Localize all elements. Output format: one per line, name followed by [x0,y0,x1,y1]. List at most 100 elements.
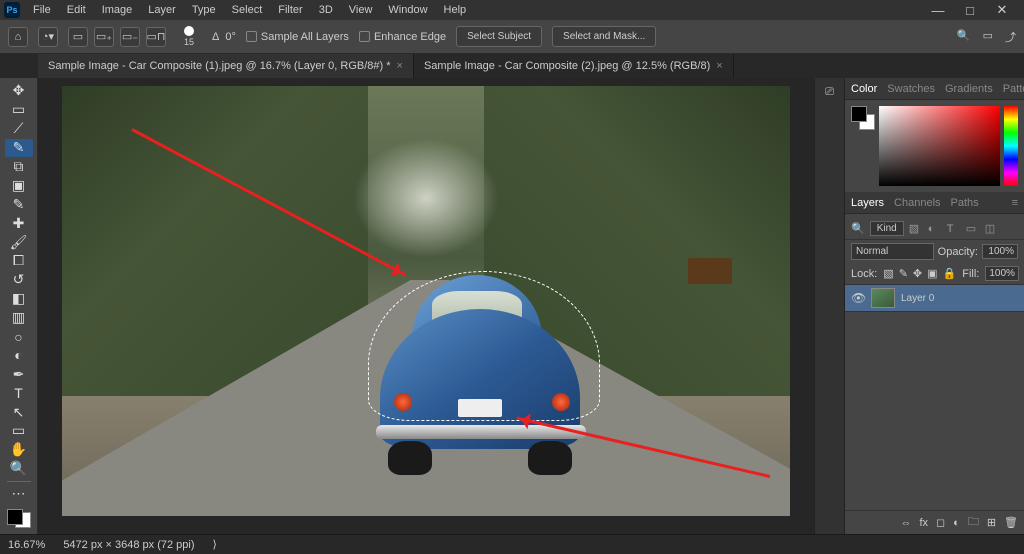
menu-3d[interactable]: 3D [312,1,340,19]
tab-color[interactable]: Color [851,83,877,95]
tab-paths[interactable]: Paths [951,197,979,209]
subtract-selection-icon[interactable]: ▭₋ [120,27,140,47]
trash-icon[interactable]: 🗑 [1004,516,1018,529]
filter-smart-icon[interactable]: ◫ [985,222,999,235]
adjustment-layer-icon[interactable]: ◐ [953,517,960,529]
color-field[interactable] [879,106,1000,186]
zoom-tool[interactable]: 🔍 [5,460,33,478]
brush-tool[interactable]: 🖌 [5,233,33,251]
shape-tool[interactable]: ▭ [5,422,33,440]
history-brush-tool[interactable]: ↺ [5,271,33,289]
layer-mask-icon[interactable]: ◻ [936,516,945,529]
doc-dimensions[interactable]: 5472 px × 3648 px (72 ppi) [63,539,194,551]
sample-all-layers-checkbox[interactable]: Sample All Layers [246,31,349,43]
menu-help[interactable]: Help [437,1,474,19]
crop-tool[interactable]: ⧉ [5,158,33,176]
lock-all-icon[interactable]: ▧ [883,267,893,280]
frame-tool[interactable]: ▣ [5,176,33,194]
close-icon[interactable]: × [716,60,722,72]
kind-select[interactable]: Kind [870,221,904,236]
minimize-button[interactable]: — [926,2,950,18]
opacity-input[interactable]: 100% [982,244,1018,259]
tab-layers[interactable]: Layers [851,197,884,209]
menu-type[interactable]: Type [185,1,223,19]
angle-value[interactable]: 0° [225,31,236,43]
workspace-icon[interactable]: ▭ [983,29,993,45]
lasso-tool[interactable]: ⟋ [5,120,33,138]
panel-menu-icon[interactable]: ≡ [1012,197,1018,209]
blend-mode-select[interactable]: Normal [851,243,934,260]
clone-stamp-tool[interactable]: ⧠ [5,252,33,270]
hue-strip[interactable] [1004,106,1018,186]
fill-input[interactable]: 100% [985,266,1019,281]
marquee-tool[interactable]: ▭ [5,101,33,119]
edit-toolbar-icon[interactable]: ⋯ [5,485,33,503]
brush-preview[interactable]: 15 [176,24,202,50]
doc-tab-1[interactable]: Sample Image - Car Composite (1).jpeg @ … [38,54,414,78]
search-icon[interactable]: 🔍 [851,222,865,235]
layer-thumbnail[interactable] [871,288,895,308]
new-selection-icon[interactable]: ▭ [68,27,88,47]
status-chevron-icon[interactable]: ⟩ [213,538,217,551]
type-tool[interactable]: T [5,384,33,402]
menu-file[interactable]: File [26,1,58,19]
layer-row[interactable]: 👁 Layer 0 [845,284,1024,312]
intersect-selection-icon[interactable]: ▭⊓ [146,27,166,47]
group-icon[interactable]: 🗀 [968,513,979,532]
move-tool[interactable]: ✥ [5,82,33,100]
eraser-tool[interactable]: ◧ [5,290,33,308]
filter-pixel-icon[interactable]: ▧ [909,222,923,235]
close-icon[interactable]: × [397,60,403,72]
menu-layer[interactable]: Layer [141,1,183,19]
panel-collapse-icon[interactable]: ⎚ [825,86,834,99]
tab-swatches[interactable]: Swatches [887,83,935,95]
visibility-icon[interactable]: 👁 [851,291,865,305]
maximize-button[interactable]: □ [958,2,982,18]
enhance-edge-checkbox[interactable]: Enhance Edge [359,31,446,43]
tab-patterns[interactable]: Patterns [1003,83,1024,95]
lock-position-icon[interactable]: ✥ [913,267,922,280]
share-icon[interactable]: ⤴ [1005,29,1016,45]
add-selection-icon[interactable]: ▭₊ [94,27,114,47]
hand-tool[interactable]: ✋ [5,441,33,459]
color-swatches[interactable] [5,507,33,530]
new-layer-icon[interactable]: ⊞ [987,516,996,529]
tab-channels[interactable]: Channels [894,197,940,209]
select-and-mask-button[interactable]: Select and Mask... [552,26,656,47]
tab-gradients[interactable]: Gradients [945,83,993,95]
link-layers-icon[interactable]: ⇔ [900,517,911,529]
menu-select[interactable]: Select [225,1,270,19]
path-selection-tool[interactable]: ↖ [5,403,33,421]
menu-window[interactable]: Window [381,1,434,19]
menu-view[interactable]: View [342,1,380,19]
spot-heal-tool[interactable]: ✚ [5,214,33,232]
menu-filter[interactable]: Filter [271,1,309,19]
search-icon[interactable]: 🔍 [957,29,971,45]
lock-pixels-icon[interactable]: ✎ [899,267,908,280]
dodge-tool[interactable]: ◐ [5,346,33,364]
filter-adjust-icon[interactable]: ◐ [928,223,942,235]
foreground-swatch[interactable] [851,106,867,122]
filter-type-icon[interactable]: T [947,223,961,235]
lock-artboard-icon[interactable]: ▣ [927,267,937,280]
close-button[interactable]: ✕ [990,2,1014,18]
quick-selection-tool[interactable]: ✎ [5,139,33,157]
doc-tab-2[interactable]: Sample Image - Car Composite (2).jpeg @ … [414,54,734,78]
menu-image[interactable]: Image [95,1,140,19]
canvas-area[interactable] [38,78,814,534]
menu-edit[interactable]: Edit [60,1,93,19]
tool-preset-icon[interactable]: ◔▾ [38,27,58,47]
layer-name[interactable]: Layer 0 [901,293,934,304]
select-subject-button[interactable]: Select Subject [456,26,542,47]
color-picker[interactable] [845,100,1024,192]
layer-style-icon[interactable]: fx [919,517,928,529]
picker-swatches[interactable] [851,106,875,186]
zoom-level[interactable]: 16.67% [8,539,45,551]
pen-tool[interactable]: ✒ [5,365,33,383]
home-icon[interactable]: ⌂ [8,27,28,47]
filter-shape-icon[interactable]: ▭ [966,222,980,235]
lock-icon[interactable]: 🔒 [943,267,957,280]
blur-tool[interactable]: ○ [5,328,33,346]
gradient-tool[interactable]: ▥ [5,309,33,327]
foreground-swatch[interactable] [7,509,23,525]
